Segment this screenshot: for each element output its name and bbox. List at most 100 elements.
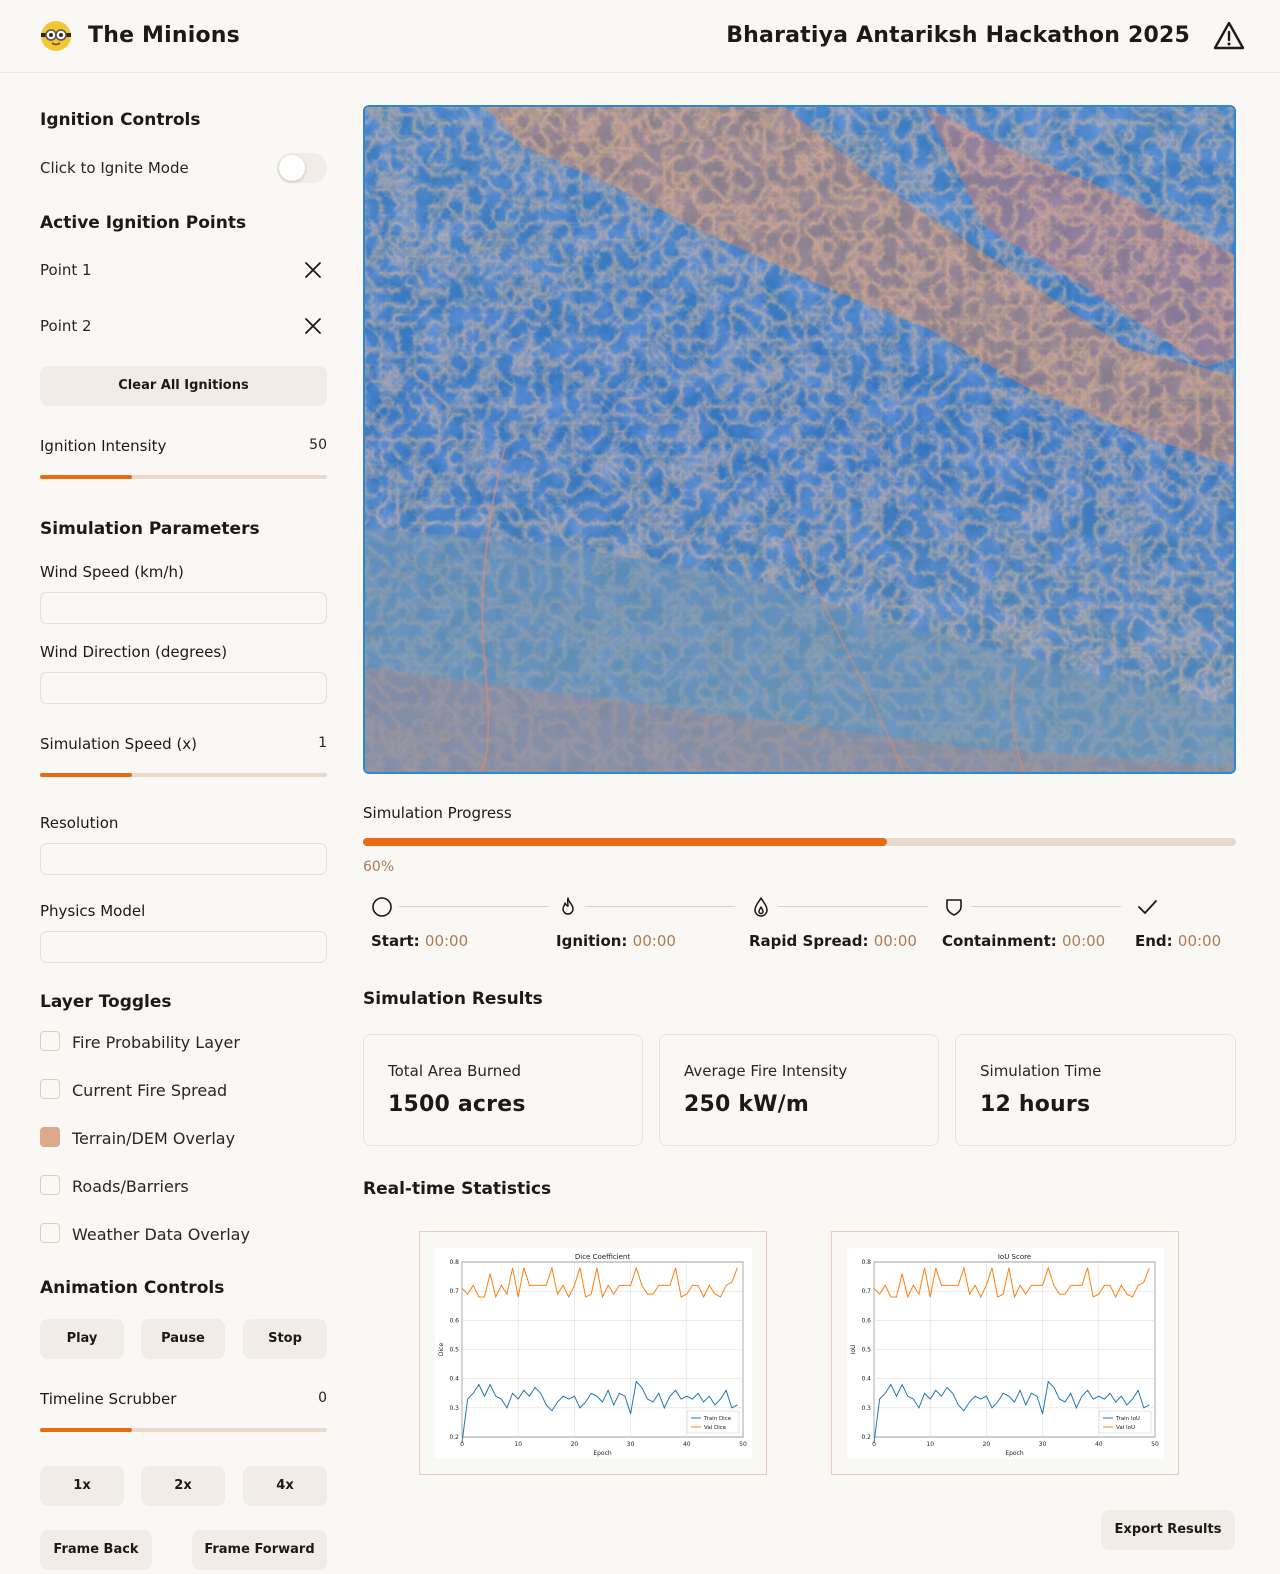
frame-forward-button[interactable]: Frame Forward [192, 1530, 327, 1570]
timeline-connector [971, 906, 1121, 907]
chart-title: Dice Coefficient [575, 1253, 630, 1261]
timeline-ignition: Ignition: 00:00 [556, 932, 676, 950]
remove-point-close-icon[interactable] [303, 260, 323, 280]
x-axis-label: Epoch [1005, 1450, 1024, 1457]
result-card-value: 250 kW/m [684, 1092, 810, 1117]
flame-outline-icon [754, 897, 768, 917]
ignite-mode-toggle[interactable] [277, 153, 327, 183]
chart-title: IoU Score [998, 1253, 1031, 1261]
wind-direction-label: Wind Direction (degrees) [40, 643, 228, 661]
layer-checkbox[interactable] [40, 1175, 60, 1195]
ignition-intensity-value: 50 [309, 437, 327, 453]
ignition-intensity-label: Ignition Intensity [40, 437, 167, 455]
iou-chart-frame: IoU Score 0 10 20 30 40 50 0.2 0.3 0.4 0.5 0.6 0.7 0.… [831, 1231, 1179, 1475]
shield-icon [946, 899, 962, 916]
x-tick-label: 30 [1039, 1441, 1047, 1448]
layer-toggle-row[interactable]: Roads/Barriers [40, 1175, 327, 1197]
dice-chart-frame: Dice Coefficient 0 10 20 30 40 50 0.2 0.3 0.4 0.5 0… [419, 1231, 767, 1475]
legend-label: Train Dice [703, 1416, 732, 1422]
layer-toggle-row[interactable]: Terrain/DEM Overlay [40, 1127, 327, 1149]
simulation-progress-label: Simulation Progress [363, 804, 512, 822]
resolution-select[interactable] [40, 843, 327, 875]
slider-fill [40, 1428, 132, 1432]
layer-checkbox[interactable] [40, 1079, 60, 1099]
slider-fill [40, 475, 132, 479]
physics-model-select[interactable] [40, 931, 327, 963]
simulation-parameters-heading: Simulation Parameters [40, 519, 260, 539]
x-tick-label: 40 [683, 1441, 691, 1448]
y-tick-label: 0.2 [861, 1434, 871, 1441]
layer-checkbox[interactable] [40, 1127, 60, 1147]
layer-checkbox-label: Terrain/DEM Overlay [72, 1129, 236, 1148]
simulation-progress-bar [363, 838, 1236, 846]
layer-checkbox-label: Fire Probability Layer [72, 1033, 240, 1052]
play-button[interactable]: Play [40, 1319, 124, 1359]
result-card-area: Total Area Burned 1500 acres [363, 1034, 643, 1146]
y-tick-label: 0.8 [449, 1259, 459, 1266]
iou-chart-canvas: IoU Score 0 10 20 30 40 50 0.2 0.3 0.4 0.5 0.6 0.7 0.… [847, 1248, 1164, 1459]
legend-label: Train IoU [1115, 1416, 1140, 1422]
wind-speed-input[interactable] [40, 592, 327, 624]
timeline-rapid-spread: Rapid Spread: 00:00 [749, 932, 917, 950]
y-tick-label: 0.2 [449, 1434, 459, 1441]
animation-controls-heading: Animation Controls [40, 1278, 225, 1298]
timeline-connector [585, 906, 735, 907]
result-card-intensity: Average Fire Intensity 250 kW/m [659, 1034, 939, 1146]
terrain-map-view[interactable] [363, 105, 1236, 774]
terrain-map-image [365, 107, 1234, 772]
export-results-button[interactable]: Export Results [1101, 1510, 1235, 1550]
x-tick-label: 40 [1095, 1441, 1103, 1448]
layer-checkbox-label: Roads/Barriers [72, 1177, 189, 1196]
y-tick-label: 0.4 [449, 1376, 459, 1383]
ignition-point-label: Point 2 [40, 317, 92, 335]
timeline-scrubber-slider[interactable] [40, 1428, 327, 1432]
speed-4x-button[interactable]: 4x [243, 1466, 327, 1506]
y-tick-label: 0.7 [861, 1288, 871, 1295]
layer-toggle-list: Fire Probability Layer Current Fire Sprea… [40, 1031, 327, 1271]
simulation-results-heading: Simulation Results [363, 989, 543, 1009]
wind-direction-input[interactable] [40, 672, 327, 704]
simulation-speed-value: 1 [318, 735, 327, 751]
layer-checkbox[interactable] [40, 1031, 60, 1051]
stop-button[interactable]: Stop [243, 1319, 327, 1359]
speed-1x-button[interactable]: 1x [40, 1466, 124, 1506]
iou-score-chart: IoU Score0 10 20 30 40 500.20.30.40.50.60.70.… [850, 1253, 1159, 1457]
clear-all-ignitions-button[interactable]: Clear All Ignitions [40, 366, 327, 406]
simulation-speed-label: Simulation Speed (x) [40, 735, 198, 753]
x-axis-label: Epoch [593, 1450, 612, 1457]
simulation-timeline: Start: 00:00 Ignition: 00:00 Rapid Sprea… [363, 894, 1236, 964]
y-tick-label: 0.6 [449, 1317, 459, 1324]
timeline-scrubber-label: Timeline Scrubber [40, 1390, 177, 1408]
frame-back-button[interactable]: Frame Back [40, 1530, 152, 1570]
warning-triangle-icon[interactable] [1212, 19, 1246, 53]
speed-2x-button[interactable]: 2x [141, 1466, 225, 1506]
y-tick-label: 0.6 [861, 1317, 871, 1324]
wind-speed-label: Wind Speed (km/h) [40, 563, 184, 581]
timeline-containment: Containment: 00:00 [942, 932, 1106, 950]
top-header: The Minions Bharatiya Antariksh Hackatho… [0, 0, 1280, 73]
layer-checkbox[interactable] [40, 1223, 60, 1243]
circle-icon [372, 897, 392, 917]
layer-toggle-row[interactable]: Current Fire Spread [40, 1079, 327, 1101]
x-tick-label: 50 [739, 1441, 747, 1448]
y-tick-label: 0.4 [861, 1376, 871, 1383]
x-tick-label: 20 [571, 1441, 579, 1448]
pause-button[interactable]: Pause [141, 1319, 225, 1359]
ignition-intensity-slider[interactable] [40, 475, 327, 479]
remove-point-close-icon[interactable] [303, 316, 323, 336]
progress-fill [363, 838, 887, 846]
slider-fill [40, 773, 132, 777]
y-tick-label: 0.8 [861, 1259, 871, 1266]
layer-toggle-row[interactable]: Fire Probability Layer [40, 1031, 327, 1053]
x-tick-label: 30 [627, 1441, 635, 1448]
flame-icon [562, 897, 574, 915]
event-title: Bharatiya Antariksh Hackathon 2025 [726, 23, 1190, 48]
layer-toggles-heading: Layer Toggles [40, 992, 172, 1012]
y-tick-label: 0.7 [449, 1288, 459, 1295]
legend-label: Val Dice [704, 1425, 727, 1431]
simulation-speed-slider[interactable] [40, 773, 327, 777]
layer-toggle-row[interactable]: Weather Data Overlay [40, 1223, 327, 1245]
progress-percent: 60% [363, 859, 395, 875]
layer-checkbox-label: Weather Data Overlay [72, 1225, 250, 1244]
timeline-end: End: 00:00 [1135, 932, 1222, 950]
